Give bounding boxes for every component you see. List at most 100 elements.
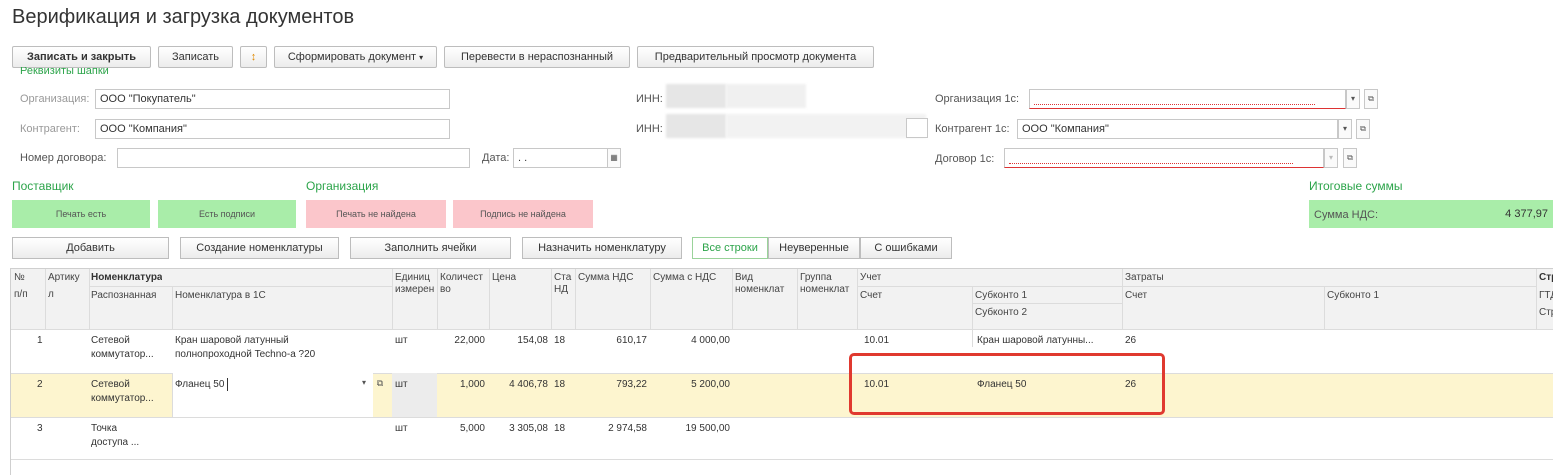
inn-label: ИНН: xyxy=(636,93,663,105)
row-price: 4 406,78 xyxy=(509,379,548,390)
chevron-down-icon: ▾ xyxy=(419,53,424,62)
date-field[interactable]: . . xyxy=(513,148,608,168)
movements-icon[interactable]: ↕ xyxy=(240,46,267,68)
row-subconto1[interactable]: Кран шаровой латунны... xyxy=(977,335,1094,347)
row-nomenclature-1c-line2: полнопроходной Techno-a ?20 xyxy=(175,349,316,360)
row-num: 2 xyxy=(37,379,43,390)
row-quantity: 1,000 xyxy=(459,379,485,390)
contractor1c-dropdown-icon[interactable]: ▾ xyxy=(1338,119,1352,139)
contract1c-dropdown-icon[interactable]: ▾ xyxy=(1324,148,1338,168)
row-nomenclature-1c[interactable]: Фланец 50 xyxy=(175,379,224,391)
contract-number-field[interactable] xyxy=(117,148,470,168)
col-cost-subconto1[interactable]: Субконто 1 xyxy=(1327,290,1379,302)
col-extra-3[interactable]: Стр xyxy=(1539,307,1553,319)
inn-redacted xyxy=(666,84,726,108)
row-quantity: 22,000 xyxy=(454,335,485,346)
row-nomenclature-1c[interactable]: Кран шаровой латунный xyxy=(175,335,289,347)
row-recognized: Сетевой xyxy=(91,335,130,346)
col-article[interactable]: Артику xyxy=(48,272,88,284)
col-nomenclature[interactable]: Номенклатура xyxy=(91,272,162,284)
col-num[interactable]: № xyxy=(14,272,25,284)
col-price[interactable]: Цена xyxy=(492,272,516,284)
organization-section-title: Организация xyxy=(306,179,379,193)
row-sum-with-vat: 4 000,00 xyxy=(691,335,730,346)
col-subconto1[interactable]: Субконто 1 xyxy=(975,290,1027,302)
page-title: Верификация и загрузка документов xyxy=(12,6,355,28)
org1c-field[interactable] xyxy=(1029,89,1346,109)
col-num-line2: п/п xyxy=(14,289,28,300)
col-costs[interactable]: Затраты xyxy=(1125,272,1164,284)
col-vat-rate-line2: НД xyxy=(554,284,568,295)
row-vat-rate: 18 xyxy=(554,423,566,434)
row-quantity: 5,000 xyxy=(459,423,485,434)
col-nomenclature-type[interactable]: Вид xyxy=(735,272,753,284)
row-recognized-line2: коммутатор... xyxy=(91,349,154,360)
row-sum-with-vat: 19 500,00 xyxy=(685,423,731,434)
form-document-button[interactable]: Сформировать документ ▾ xyxy=(274,46,437,68)
totals-section-title: Итоговые суммы xyxy=(1309,179,1403,193)
col-extra[interactable]: Стр xyxy=(1539,272,1553,284)
inn2-redacted-2 xyxy=(726,114,926,138)
col-accounting[interactable]: Учет xyxy=(860,272,881,284)
inn2-redacted xyxy=(666,114,726,138)
contractor1c-open-icon[interactable]: ⧉ xyxy=(1356,119,1370,139)
row-recognized-line2: доступа ... xyxy=(91,437,140,448)
contractor-label: Контрагент: xyxy=(20,123,80,135)
col-nomenclature-1c[interactable]: Номенклатура в 1С xyxy=(175,290,266,302)
chevron-down-icon[interactable]: ▾ xyxy=(357,375,371,391)
calendar-icon[interactable]: ▦ xyxy=(607,148,621,168)
row-num: 3 xyxy=(37,423,43,434)
row-num: 1 xyxy=(37,335,43,346)
col-sum-with-vat[interactable]: Сумма с НДС xyxy=(653,272,716,284)
row-account[interactable]: 10.01 xyxy=(864,335,889,347)
with-errors-tab[interactable]: С ошибками xyxy=(860,237,952,259)
col-vat-rate[interactable]: Ста xyxy=(554,272,574,284)
text-cursor xyxy=(227,378,228,391)
org1c-label: Организация 1с: xyxy=(935,93,1020,105)
requisites-header[interactable]: Реквизиты шапки xyxy=(20,67,109,75)
col-vat-sum[interactable]: Сумма НДС xyxy=(578,272,633,284)
supplier-sign-status: Есть подписи xyxy=(158,200,296,228)
save-close-button[interactable]: Записать и закрыть xyxy=(12,46,151,68)
contract1c-label: Договор 1с: xyxy=(935,153,995,165)
annotation-highlight-box xyxy=(849,353,1165,415)
row-recognized-line2: коммутатор... xyxy=(91,393,154,404)
supplier-section-title: Поставщик xyxy=(12,179,74,193)
create-nomenclature-button[interactable]: Создание номенклатуры xyxy=(180,237,339,259)
date-label: Дата: xyxy=(482,152,510,164)
fill-cells-button[interactable]: Заполнить ячейки xyxy=(350,237,511,259)
vat-total-label: Сумма НДС: xyxy=(1314,209,1379,221)
save-button[interactable]: Записать xyxy=(158,46,233,68)
col-account[interactable]: Счет xyxy=(860,290,882,302)
contractor1c-field[interactable]: ООО "Компания" xyxy=(1017,119,1338,139)
row-vat-sum: 610,17 xyxy=(616,335,647,346)
org1c-open-icon[interactable]: ⧉ xyxy=(1364,89,1378,109)
add-row-button[interactable]: Добавить xyxy=(12,237,169,259)
uncertain-tab[interactable]: Неуверенные xyxy=(768,237,860,259)
row-unit: шт xyxy=(395,423,408,434)
col-quantity[interactable]: Количест xyxy=(440,272,488,284)
form-document-label: Сформировать документ xyxy=(287,51,417,63)
org-label: Организация: xyxy=(20,93,90,105)
col-nomenclature-group[interactable]: Группа xyxy=(800,272,832,284)
col-nomenclature-type-line2: номенклат xyxy=(735,284,785,295)
organization-field[interactable]: ООО "Покупатель" xyxy=(95,89,450,109)
col-extra-gtd[interactable]: ГТД xyxy=(1539,290,1553,302)
org1c-dropdown-icon[interactable]: ▾ xyxy=(1346,89,1360,109)
assign-nomenclature-button[interactable]: Назначить номенклатуру xyxy=(522,237,682,259)
documents-table: № п/п Артику л Номенклатура Распознанная… xyxy=(10,268,1553,475)
col-subconto2[interactable]: Субконто 2 xyxy=(975,307,1027,319)
col-recognized[interactable]: Распознанная xyxy=(91,290,156,302)
move-unrecognized-button[interactable]: Перевести в нераспознанный xyxy=(444,46,630,68)
row-vat-rate: 18 xyxy=(554,379,566,390)
open-icon[interactable]: ⧉ xyxy=(373,375,387,391)
inn2-field-end[interactable] xyxy=(906,118,928,138)
row-cost-account[interactable]: 26 xyxy=(1125,335,1136,347)
contract1c-field[interactable] xyxy=(1004,148,1324,168)
contractor-field[interactable]: ООО "Компания" xyxy=(95,119,450,139)
preview-document-button[interactable]: Предварительный просмотр документа xyxy=(637,46,874,68)
col-unit[interactable]: Единиц xyxy=(395,272,436,284)
col-cost-account[interactable]: Счет xyxy=(1125,290,1147,302)
contract1c-open-icon[interactable]: ⧉ xyxy=(1343,148,1357,168)
all-rows-tab[interactable]: Все строки xyxy=(692,237,768,259)
